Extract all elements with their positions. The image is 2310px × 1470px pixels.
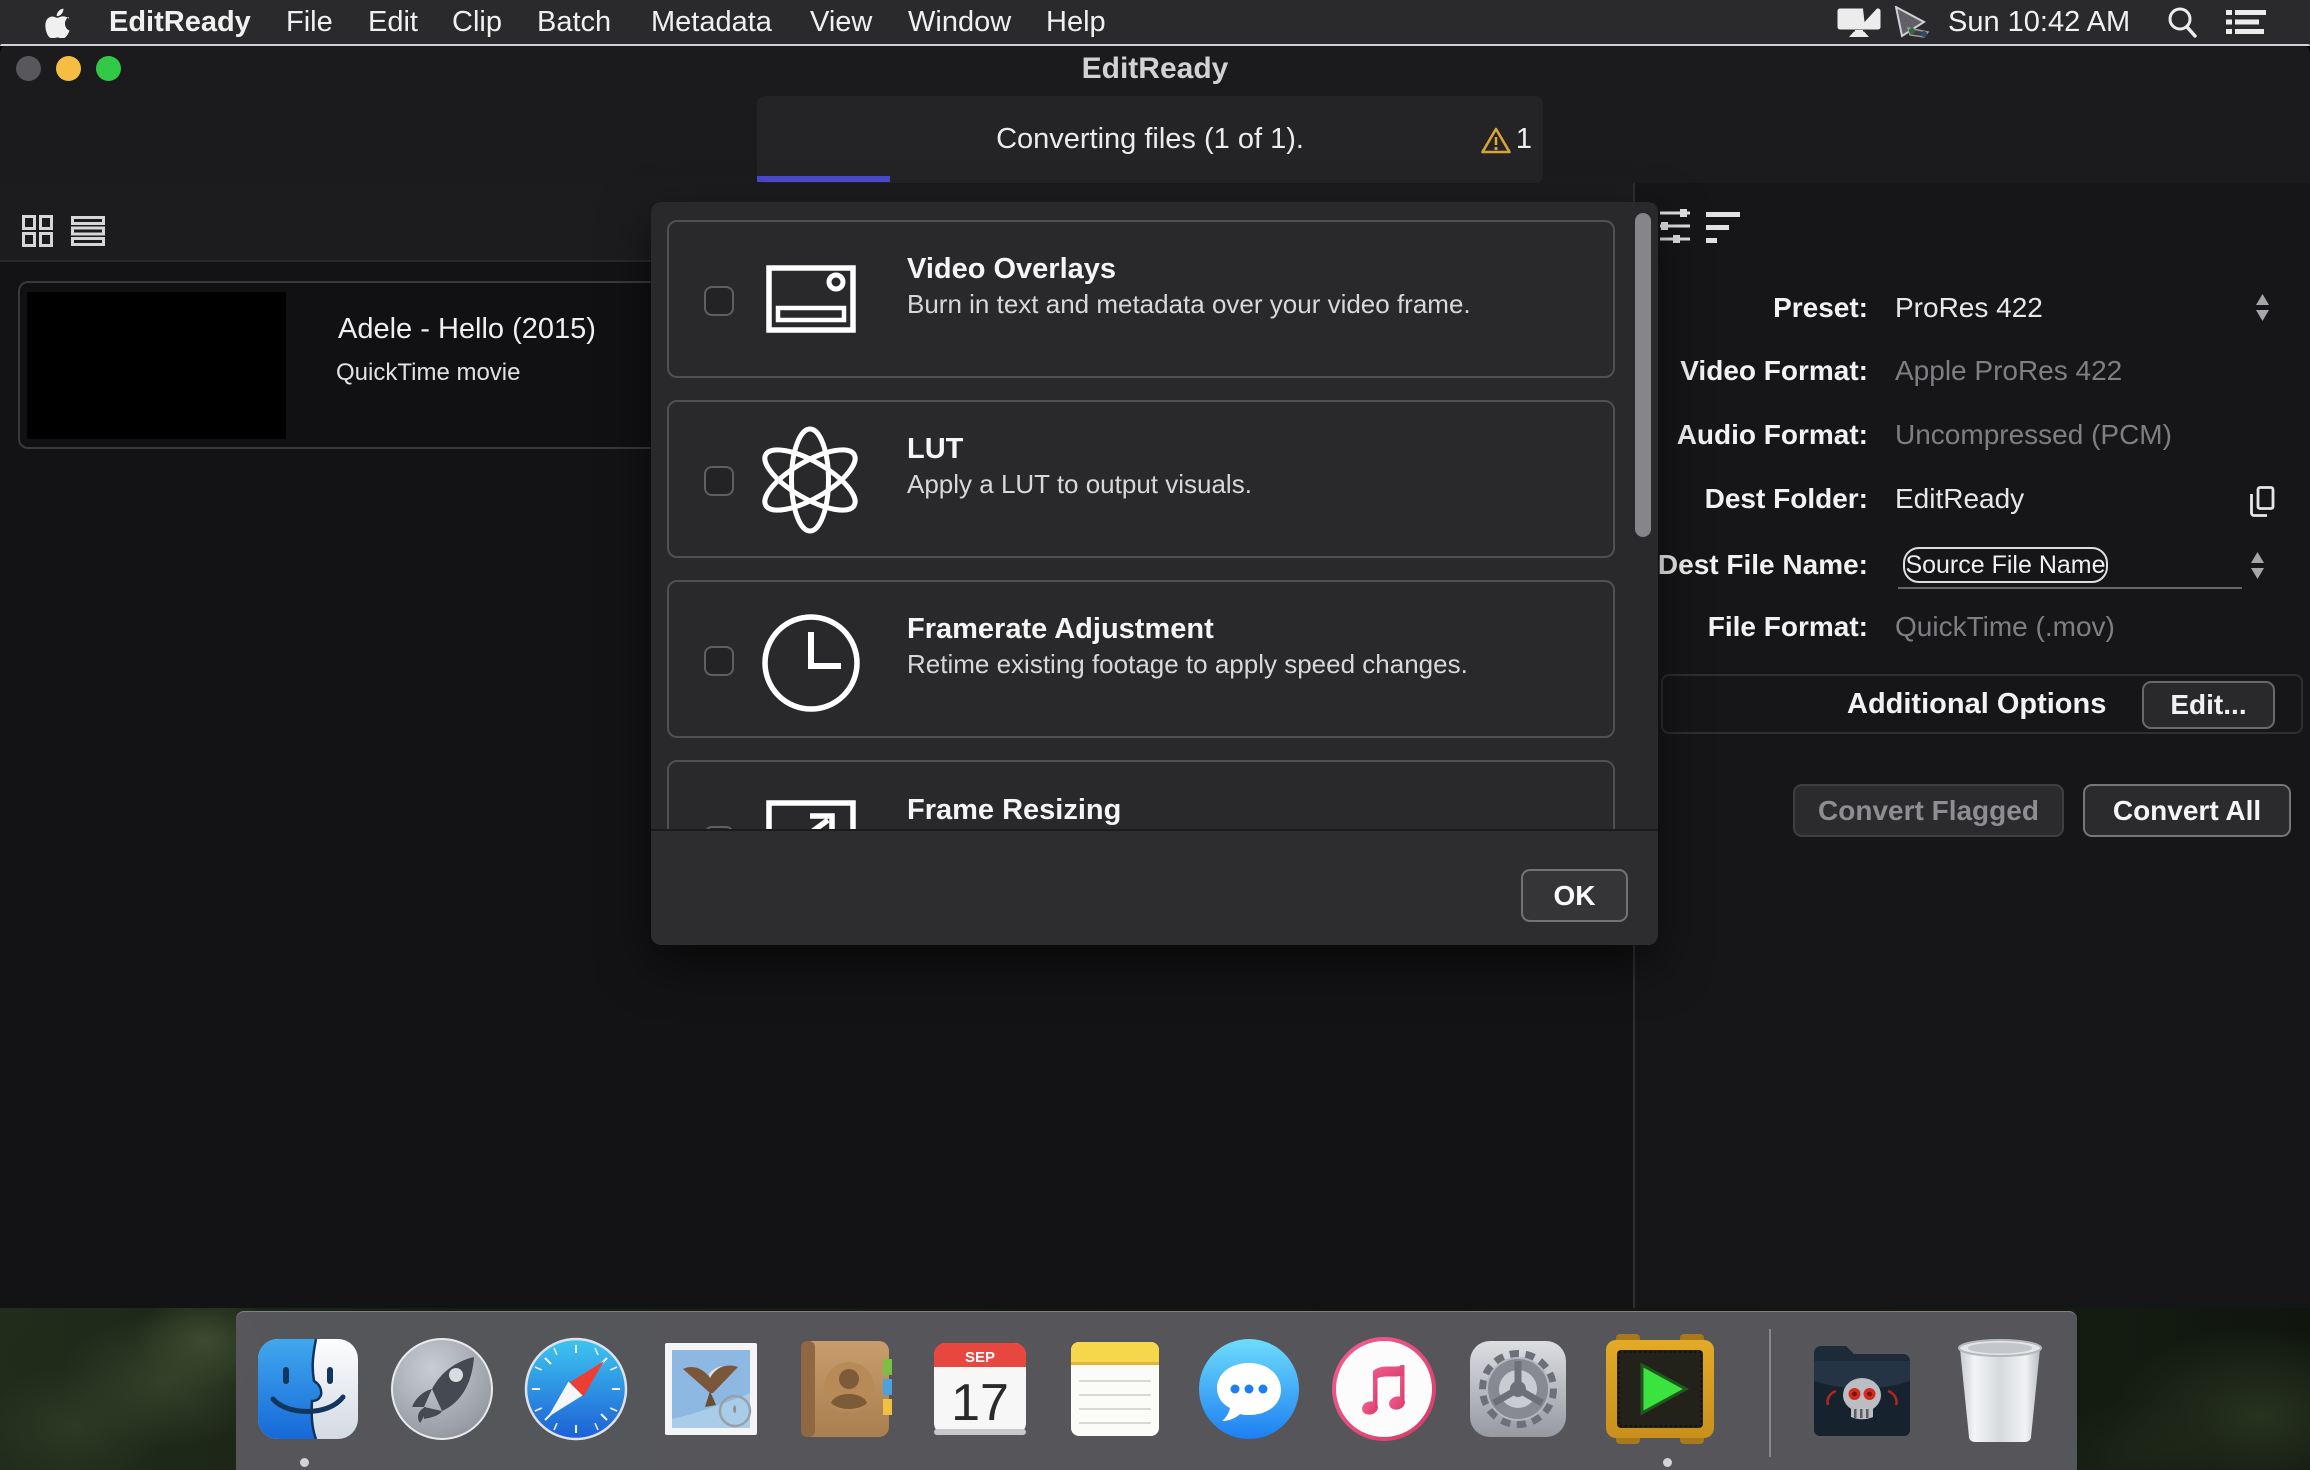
svg-text:17: 17: [951, 1374, 1009, 1432]
svg-text:SEP: SEP: [965, 1349, 995, 1366]
